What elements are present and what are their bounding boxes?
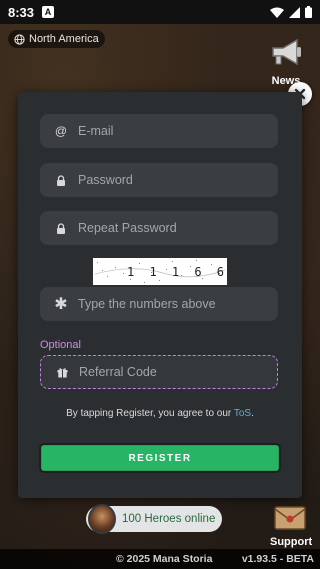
at-sign-icon: @ [54,124,68,138]
copyright-text: © 2025 Mana Storia [116,553,213,565]
asterisk-icon: ✱ [54,296,68,313]
support-label: Support [270,536,313,548]
email-field[interactable]: @ E-mail [40,114,278,148]
repeat-password-placeholder: Repeat Password [78,221,177,235]
megaphone-icon [272,38,301,66]
lock-icon [54,222,68,234]
register-modal: @ E-mail Password Repeat Password 1 1 1 … [18,92,302,498]
referral-placeholder: Referral Code [79,365,157,379]
footer-bar: © 2025 Mana Storia v1.93.5 - BETA [0,549,320,569]
status-icons [270,6,312,18]
status-bar: 8:33 A [0,0,320,24]
heroes-online-badge: 100 Heroes online [86,504,222,534]
register-label: REGISTER [128,452,192,464]
captcha-text: 1 1 1 6 6 [127,265,227,279]
signal-icon [289,6,300,18]
region-selector[interactable]: North America [8,30,105,48]
battery-icon [305,6,312,18]
tos-notice: By tapping Register, you agree to our To… [18,408,302,419]
captcha-placeholder: Type the numbers above [78,297,216,311]
lock-icon [54,174,68,186]
repeat-password-field[interactable]: Repeat Password [40,211,278,245]
support-button[interactable]: Support [270,505,313,548]
heroes-online-label: 100 Heroes online [122,513,216,525]
register-button[interactable]: REGISTER [39,443,281,473]
tos-prefix: By tapping Register, you agree to our [66,408,234,419]
password-field[interactable]: Password [40,163,278,197]
optional-label: Optional [40,339,81,351]
gift-icon [55,367,69,378]
hero-avatar [88,504,116,534]
version-text: v1.93.5 - BETA [241,553,314,565]
status-time: 8:33 [8,4,35,20]
tos-suffix: . [251,408,254,419]
news-button[interactable]: News [266,36,306,87]
support-envelope-icon [274,506,306,530]
referral-code-field[interactable]: Referral Code [40,355,278,389]
captcha-image: 1 1 1 6 6 [93,258,227,285]
tos-link[interactable]: ToS [234,408,251,419]
region-label: North America [29,33,99,45]
globe-icon [14,33,25,45]
wifi-icon [270,7,284,18]
notification-icon: A [42,6,55,18]
captcha-field[interactable]: ✱ Type the numbers above [40,287,278,321]
email-placeholder: E-mail [78,124,114,138]
password-placeholder: Password [78,173,133,187]
